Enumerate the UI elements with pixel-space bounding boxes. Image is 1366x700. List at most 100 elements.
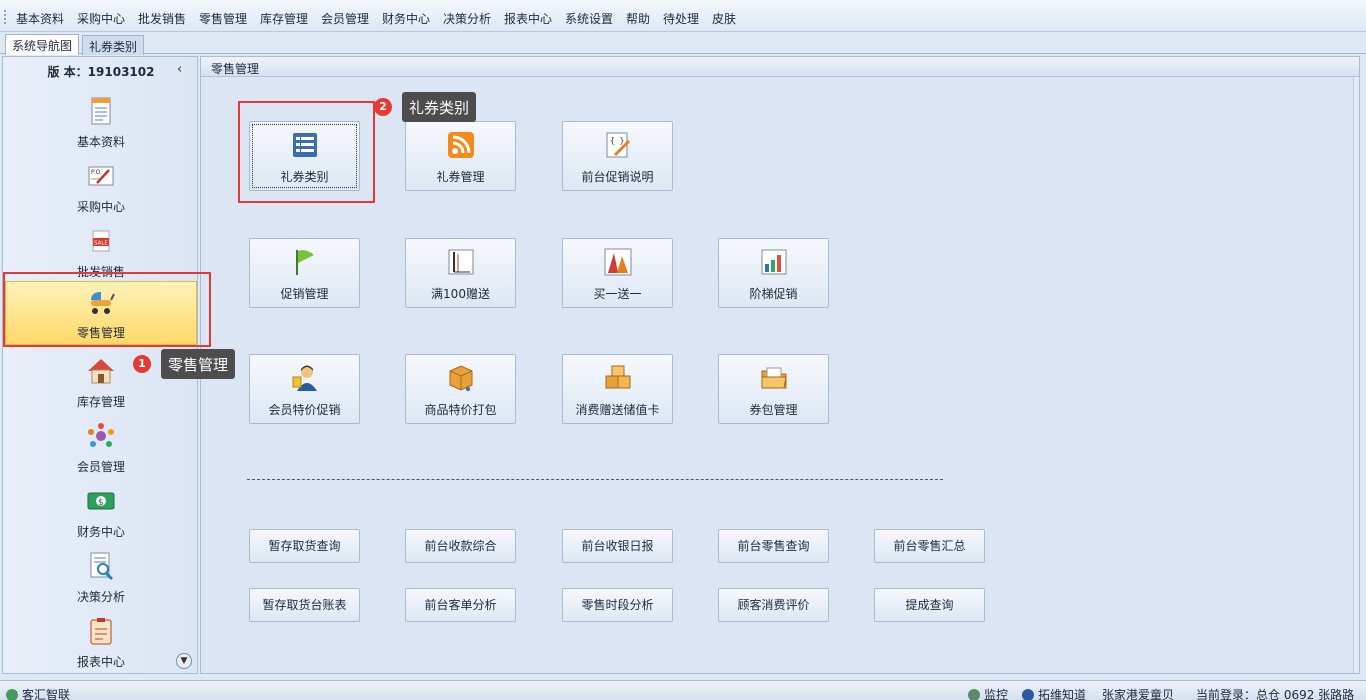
- status-store: 张家港爱童贝: [1102, 688, 1175, 700]
- info-icon: [1022, 689, 1034, 700]
- report-button-customer-rating[interactable]: 顾客消费评价: [718, 588, 829, 622]
- collapse-chevron-icon[interactable]: ‹: [177, 62, 182, 77]
- report-button-order-analysis[interactable]: 前台客单分析: [405, 588, 516, 622]
- menu-item-finance[interactable]: 财务中心: [382, 10, 430, 27]
- sidebar-item-purchase[interactable]: P.O. 采购中心: [5, 156, 197, 220]
- highlight-retail: [3, 272, 211, 347]
- report-button-timeslot-analysis[interactable]: 零售时段分析: [562, 588, 673, 622]
- menu-bar: 基本资料 采购中心 批发销售 零售管理 库存管理 会员管理 财务中心 决策分析 …: [0, 0, 1366, 32]
- status-app: 客汇智联: [6, 686, 70, 700]
- report-button-pickup-ledger[interactable]: 暂存取货台账表: [249, 588, 360, 622]
- annotation-callout-2: 礼券类别: [402, 92, 477, 122]
- ruler-icon: [448, 249, 473, 275]
- tile-stored-value-card-gift[interactable]: 消费赠送储值卡: [562, 354, 673, 424]
- flag-icon: [295, 250, 314, 275]
- svg-text:P.O.: P.O.: [91, 169, 102, 176]
- tile-tiered-promo[interactable]: 阶梯促销: [718, 238, 829, 308]
- box-cart-icon: [449, 365, 472, 391]
- purchase-order-icon: P.O.: [88, 166, 114, 186]
- menu-item-pending[interactable]: 待处理: [663, 10, 699, 27]
- status-bar: 客汇智联 监控 拓维知道 张家港爱童贝 当前登录：总仓 0692 张路路: [0, 680, 1366, 700]
- folder-icon: [761, 367, 787, 389]
- tile-label: 会员特价促销: [268, 403, 341, 417]
- scroll-down-icon[interactable]: ▼: [176, 653, 192, 669]
- sidebar-item-label: 报表中心: [76, 655, 125, 669]
- money-icon: $: [87, 492, 115, 510]
- tile-label: 满100赠送: [431, 287, 490, 301]
- sidebar-item-finance[interactable]: $ 财务中心: [5, 481, 197, 545]
- tile-label: 买一送一: [593, 287, 642, 301]
- tab-strip: 系统导航图 礼券类别: [0, 32, 1366, 55]
- report-button-cashier-daily[interactable]: 前台收银日报: [562, 529, 673, 563]
- annotation-callout-1: 零售管理: [161, 349, 236, 379]
- tile-spend-100-gift[interactable]: 满100赠送: [405, 238, 516, 308]
- report-button-retail-query[interactable]: 前台零售查询: [718, 529, 829, 563]
- menu-item-members[interactable]: 会员管理: [321, 10, 369, 27]
- tile-promo-description[interactable]: { } 前台促销说明: [562, 121, 673, 191]
- menu-item-basic[interactable]: 基本资料: [16, 10, 64, 27]
- menu-item-retail[interactable]: 零售管理: [199, 10, 247, 27]
- version-label: 版 本：19103102: [47, 65, 155, 79]
- bar-chart-icon: [761, 249, 786, 275]
- sidebar-item-label: 库存管理: [76, 395, 125, 409]
- report-button-retail-summary[interactable]: 前台零售汇总: [874, 529, 985, 563]
- sidebar-item-analysis[interactable]: 决策分析: [5, 546, 197, 610]
- rss-icon: [447, 132, 474, 158]
- tile-label: 消费赠送储值卡: [575, 403, 660, 417]
- sidebar-item-label: 财务中心: [76, 525, 125, 539]
- annotation-badge-1: 1: [133, 355, 151, 373]
- tile-buy-one-get-one[interactable]: 买一送一: [562, 238, 673, 308]
- report-icon: [90, 618, 112, 645]
- tile-member-special-price[interactable]: 会员特价促销: [249, 354, 360, 424]
- members-icon: [88, 423, 114, 447]
- menu-item-purchase[interactable]: 采购中心: [77, 10, 125, 27]
- status-login: 当前登录：总仓 0692 张路路: [1196, 688, 1355, 700]
- annotation-badge-2: 2: [374, 98, 392, 116]
- svg-text:{ }: { }: [610, 136, 624, 145]
- report-button-cashier-summary[interactable]: 前台收款综合: [405, 529, 516, 563]
- sidebar-item-reports[interactable]: 报表中心: [5, 611, 197, 675]
- tile-coupon-pack[interactable]: 券包管理: [718, 354, 829, 424]
- edit-code-icon: { }: [606, 132, 630, 158]
- tile-label: 礼券管理: [436, 170, 485, 184]
- menu-item-wholesale[interactable]: 批发销售: [138, 10, 186, 27]
- tile-label: 前台促销说明: [581, 170, 654, 184]
- analysis-icon: [90, 552, 114, 581]
- house-icon: [88, 359, 114, 384]
- tile-label: 商品特价打包: [424, 403, 497, 417]
- tile-coupon-management[interactable]: 礼券管理: [405, 121, 516, 191]
- svg-text:$: $: [98, 498, 104, 508]
- sidebar-item-basic[interactable]: 基本资料: [5, 91, 197, 155]
- tab-navigation-map[interactable]: 系统导航图: [5, 34, 80, 55]
- panel-scrollbar[interactable]: [1353, 77, 1359, 673]
- sidebar-item-label: 基本资料: [76, 135, 125, 149]
- section-divider: [247, 479, 943, 480]
- report-button-pickup-query[interactable]: 暂存取货查询: [249, 529, 360, 563]
- report-button-commission-query[interactable]: 提成查询: [874, 588, 985, 622]
- menu-grip: [4, 10, 6, 24]
- sidebar-item-label: 会员管理: [76, 460, 125, 474]
- menu-item-settings[interactable]: 系统设置: [565, 10, 613, 27]
- menu-item-inventory[interactable]: 库存管理: [260, 10, 308, 27]
- panel-title: 零售管理: [201, 57, 1359, 77]
- tab-coupon-category[interactable]: 礼券类别: [82, 35, 145, 55]
- menu-item-analysis[interactable]: 决策分析: [443, 10, 491, 27]
- tile-label: 促销管理: [280, 287, 329, 301]
- monitor-icon: [968, 689, 980, 700]
- menu-item-reports[interactable]: 报表中心: [504, 10, 552, 27]
- menu-item-help[interactable]: 帮助: [626, 10, 650, 27]
- status-notice[interactable]: 拓维知道: [1022, 686, 1086, 700]
- tile-product-bundle[interactable]: 商品特价打包: [405, 354, 516, 424]
- menu-item-skin[interactable]: 皮肤: [712, 10, 736, 27]
- app-status-icon: [6, 689, 18, 700]
- status-app-name: 客汇智联: [22, 688, 71, 700]
- tile-promo-management[interactable]: 促销管理: [249, 238, 360, 308]
- status-monitor[interactable]: 监控: [968, 686, 1008, 700]
- sidebar-item-label: 采购中心: [76, 200, 125, 214]
- status-notice-label: 拓维知道: [1038, 688, 1087, 700]
- svg-text:SALE: SALE: [94, 241, 108, 247]
- sidebar-item-members[interactable]: 会员管理: [5, 416, 197, 480]
- tile-label: 阶梯促销: [749, 287, 798, 301]
- sidebar-item-label: 决策分析: [76, 590, 125, 604]
- document-icon: [91, 97, 111, 125]
